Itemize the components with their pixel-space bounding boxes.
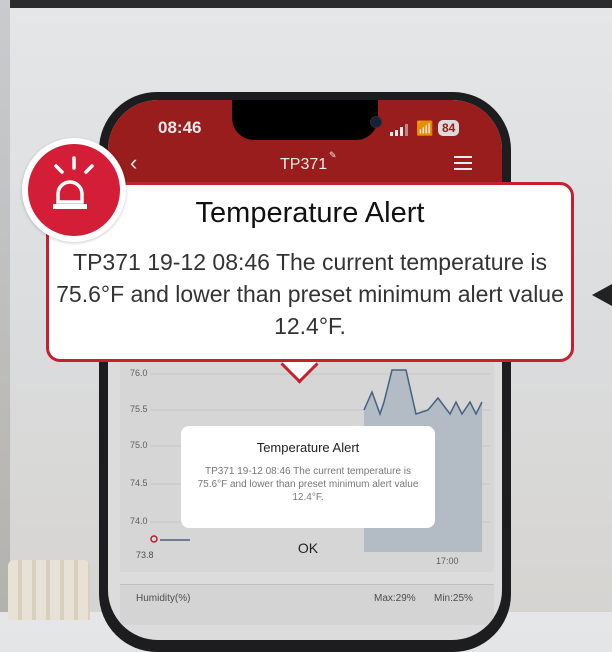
siren-rays-icon xyxy=(54,156,94,174)
alarm-badge-circle xyxy=(28,144,120,236)
alert-dialog: Temperature Alert TP371 19-12 08:46 The … xyxy=(181,426,435,528)
siren-icon xyxy=(53,180,87,209)
cup-decoration xyxy=(8,560,90,620)
callout-message: TP371 19-12 08:46 The current temperatur… xyxy=(56,249,564,339)
background-left xyxy=(0,0,10,612)
dialog-message: TP371 19-12 08:46 The current temperatur… xyxy=(197,466,419,503)
callout-title: Temperature Alert xyxy=(195,197,425,229)
dialog-title: Temperature Alert xyxy=(256,440,360,455)
top-edge xyxy=(0,0,612,8)
alert-callout: Temperature Alert TP371 19-12 08:46 The … xyxy=(46,182,574,362)
pointer-arrow-icon xyxy=(592,284,612,306)
ok-button[interactable]: OK xyxy=(278,540,338,556)
alarm-badge xyxy=(22,138,126,242)
